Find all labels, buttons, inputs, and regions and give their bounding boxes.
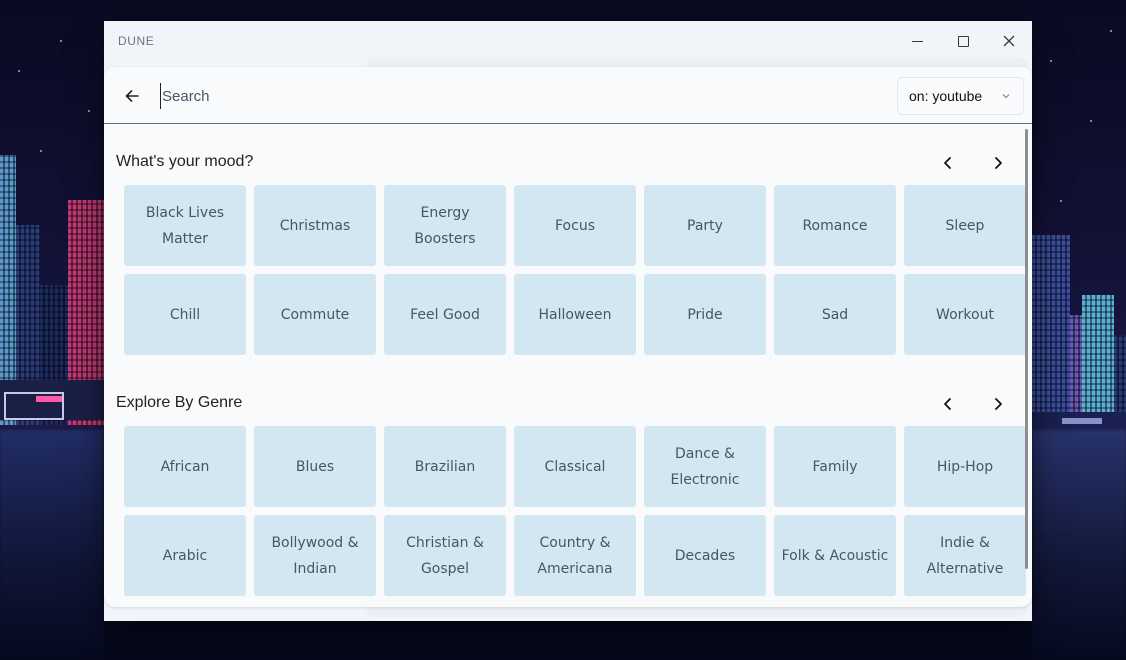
mood-tile[interactable]: Commute [254, 274, 376, 355]
genre-section-title: Explore By Genre [116, 394, 243, 411]
maximize-icon [957, 35, 969, 47]
mood-prev-button[interactable] [936, 151, 960, 175]
genre-tile[interactable]: Family [774, 426, 896, 507]
genre-tile[interactable]: Blues [254, 426, 376, 507]
close-icon [1003, 35, 1015, 47]
genre-tile[interactable]: Dance & Electronic [644, 426, 766, 507]
mood-tile[interactable]: Christmas [254, 185, 376, 266]
app-title: DUNE [118, 34, 155, 48]
genre-tile[interactable]: Decades [644, 515, 766, 596]
genre-tile[interactable]: Christian & Gospel [384, 515, 506, 596]
mood-next-button[interactable] [986, 151, 1010, 175]
genre-tile[interactable]: Country & Americana [514, 515, 636, 596]
content-scrollbar[interactable] [1025, 129, 1028, 569]
genre-prev-button[interactable] [936, 392, 960, 416]
genre-tile[interactable]: Indie & Alternative [904, 515, 1026, 596]
genre-next-button[interactable] [986, 392, 1010, 416]
chevron-right-icon [995, 398, 1002, 410]
close-button[interactable] [986, 25, 1032, 57]
genre-tile[interactable]: Classical [514, 426, 636, 507]
app-window: DUNE on: youtube [104, 21, 1032, 621]
mood-tile[interactable]: Romance [774, 185, 896, 266]
genre-tile[interactable]: Brazilian [384, 426, 506, 507]
title-bar[interactable]: DUNE [104, 21, 1032, 61]
genre-tile[interactable]: Bollywood & Indian [254, 515, 376, 596]
chevron-right-icon [995, 157, 1002, 169]
search-input[interactable] [160, 83, 760, 109]
genre-tile[interactable]: Arabic [124, 515, 246, 596]
mood-tile[interactable]: Workout [904, 274, 1026, 355]
mood-tile[interactable]: Sad [774, 274, 896, 355]
chevron-left-icon [944, 398, 951, 410]
mood-section-title: What's your mood? [116, 153, 254, 170]
arrow-left-icon [125, 90, 139, 102]
genre-tile[interactable]: Folk & Acoustic [774, 515, 896, 596]
mood-tile[interactable]: Energy Boosters [384, 185, 506, 266]
mood-tile[interactable]: Black Lives Matter [124, 185, 246, 266]
mood-tile[interactable]: Pride [644, 274, 766, 355]
search-content: What's your mood? Black Lives Matter Chr… [104, 125, 1032, 607]
source-select-label: on: youtube [909, 88, 983, 104]
mood-tile[interactable]: Chill [124, 274, 246, 355]
genre-tile[interactable]: African [124, 426, 246, 507]
mood-tile[interactable]: Halloween [514, 274, 636, 355]
source-select[interactable]: on: youtube [897, 77, 1024, 115]
chevron-left-icon [944, 157, 951, 169]
maximize-button[interactable] [940, 25, 986, 57]
mood-row: Chill Commute Feel Good Halloween Pride … [124, 274, 1026, 355]
mood-row: Black Lives Matter Christmas Energy Boos… [124, 185, 1026, 266]
minimize-icon [911, 40, 923, 42]
genre-row: Arabic Bollywood & Indian Christian & Go… [124, 515, 1026, 596]
mood-tile[interactable]: Focus [514, 185, 636, 266]
chevron-down-icon [1002, 94, 1010, 99]
search-sheet: on: youtube What's your mood? Blac [104, 67, 1032, 607]
genre-tile[interactable]: Hip-Hop [904, 426, 1026, 507]
mood-tile[interactable]: Sleep [904, 185, 1026, 266]
genre-row: African Blues Brazilian Classical Dance … [124, 426, 1026, 507]
mood-tile[interactable]: Party [644, 185, 766, 266]
minimize-button[interactable] [894, 25, 940, 57]
back-button[interactable] [120, 84, 144, 108]
search-bar: on: youtube [104, 67, 1032, 124]
mood-tile[interactable]: Feel Good [384, 274, 506, 355]
